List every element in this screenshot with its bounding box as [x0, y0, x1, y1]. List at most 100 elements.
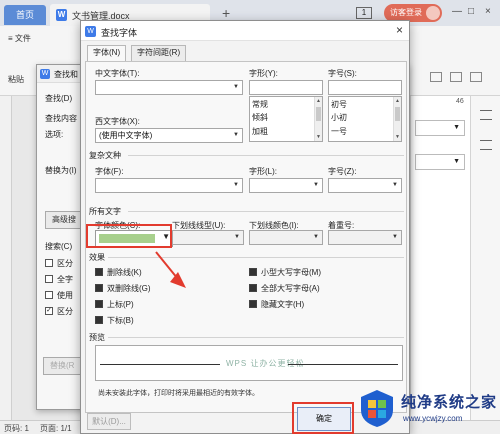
chevron-down-icon: ▼	[313, 234, 319, 240]
tab-home[interactable]: 首页	[4, 5, 46, 25]
scrollbar[interactable]: ▲ ▼	[393, 97, 401, 141]
find-content-label: 查找内容	[45, 114, 77, 123]
list-item[interactable]: 加粗	[252, 126, 268, 137]
wps-writer-icon: W	[85, 26, 96, 37]
font-note: 尚未安装此字体，打印时将采用最相近的有效字体。	[98, 390, 259, 397]
style-panel: ▼ ▼	[410, 96, 470, 420]
checkbox-width[interactable]: ✓	[45, 307, 53, 315]
close-icon[interactable]: ×	[396, 23, 403, 37]
sort-icon[interactable]	[470, 72, 482, 82]
avatar-icon	[426, 6, 440, 20]
hidden-text-label: 隐藏文字(H)	[261, 300, 305, 309]
panel-dropdown[interactable]: ▼	[415, 120, 465, 136]
list-item[interactable]: 初号	[331, 99, 347, 110]
all-caps-label: 全部大写字母(A)	[261, 284, 320, 293]
checkbox-label: 区分	[57, 259, 73, 268]
underline-color-select[interactable]: ▼	[249, 230, 323, 245]
complex-style-select[interactable]: ▼	[249, 178, 323, 193]
list-item[interactable]: 倾斜	[252, 112, 268, 123]
preview-line-right	[288, 364, 398, 365]
new-tab-icon[interactable]: +	[222, 5, 230, 21]
subscript-label: 下标(B)	[107, 316, 134, 325]
list-item[interactable]: 常规	[252, 99, 268, 110]
brand-logo-icon	[361, 390, 393, 427]
scrollbar[interactable]: ▲ ▼	[314, 97, 322, 141]
replace-button[interactable]: 替换(R	[43, 357, 81, 375]
effects-section: 效果	[89, 253, 105, 262]
complex-size-select[interactable]: ▼	[328, 178, 402, 193]
chinese-font-label: 中文字体(T):	[95, 69, 140, 78]
checkbox-hidden[interactable]	[249, 300, 257, 308]
find-replace-title: 查找和	[54, 70, 78, 79]
checkbox-superscript[interactable]	[95, 300, 103, 308]
panel-dropdown[interactable]: ▼	[415, 154, 465, 170]
font-style-list[interactable]: 常规 倾斜 加粗 ▲ ▼	[249, 96, 323, 142]
file-menu[interactable]: ≡ 文件	[8, 33, 31, 44]
checkbox-wildcards[interactable]	[45, 291, 53, 299]
double-strikethrough-label: 双删除线(G)	[107, 284, 151, 293]
chevron-down-icon: ▼	[313, 182, 319, 188]
checkbox-label: 使用	[57, 291, 73, 300]
emphasis-mark-select[interactable]: ▼	[328, 230, 402, 245]
checkbox-whole-word[interactable]	[45, 275, 53, 283]
menu-icon[interactable]	[480, 110, 492, 120]
chevron-down-icon: ▼	[233, 182, 239, 188]
visitor-login-label: 访客登录	[390, 8, 422, 17]
font-size-input[interactable]	[328, 80, 402, 95]
highlight-font-color	[86, 224, 172, 248]
checkbox-small-caps[interactable]	[249, 268, 257, 276]
western-font-select[interactable]: (使用中文字体) ▼	[95, 128, 243, 143]
all-text-section: 所有文字	[89, 207, 121, 216]
list-item[interactable]: 小初	[331, 112, 347, 123]
font-dialog-titlebar: W 查找字体 ×	[81, 21, 409, 41]
complex-font-label: 字体(F):	[95, 167, 124, 176]
font-size-label: 字号(S):	[328, 69, 357, 78]
vertical-ruler	[0, 96, 12, 420]
advanced-search-button[interactable]: 高级搜	[45, 211, 81, 229]
right-sidebar	[470, 96, 500, 420]
chevron-down-icon: ▼	[234, 234, 240, 240]
tab-font[interactable]: 字体(N)	[87, 45, 127, 62]
checkbox-double-strikethrough[interactable]	[95, 284, 103, 292]
minimize-icon[interactable]: —	[452, 6, 462, 17]
checkbox-strikethrough[interactable]	[95, 268, 103, 276]
checkbox-subscript[interactable]	[95, 316, 103, 324]
highlight-ok-button	[292, 402, 354, 434]
underline-type-select[interactable]: ▼	[172, 230, 244, 245]
maximize-icon[interactable]: □	[468, 6, 474, 17]
list-item[interactable]: 一号	[331, 126, 347, 137]
paste-button[interactable]: 粘贴	[8, 74, 24, 85]
tab-find[interactable]: 查找(D)	[45, 93, 72, 104]
default-button[interactable]: 默认(D)...	[87, 413, 131, 430]
complex-font-select[interactable]: ▼	[95, 178, 243, 193]
brand-url: www.ycwjzy.com	[403, 414, 463, 423]
font-style-input[interactable]	[249, 80, 323, 95]
wps-writer-icon: W	[56, 9, 67, 21]
checkbox-all-caps[interactable]	[249, 284, 257, 292]
ribbon-tools-right	[428, 70, 496, 92]
font-dialog-title: 查找字体	[101, 28, 138, 38]
options-label: 选项:	[45, 130, 64, 139]
checkbox-label: 全字	[57, 275, 73, 284]
checkbox-match-case[interactable]	[45, 259, 53, 267]
tab-character-spacing[interactable]: 字符间距(R)	[131, 45, 187, 61]
brand-title: 纯净系统之家	[401, 394, 498, 411]
align-icon[interactable]	[450, 72, 462, 82]
page-count-badge[interactable]: 1	[356, 7, 372, 19]
ruler-number: 46	[456, 98, 464, 105]
strikethrough-label: 删除线(K)	[107, 268, 142, 277]
list-icon[interactable]	[430, 72, 442, 82]
chevron-down-icon: ▼	[392, 182, 398, 188]
status-pages: 页面: 1/1	[40, 424, 72, 433]
preview-section: 预览	[89, 333, 105, 342]
chinese-font-select[interactable]: ▼	[95, 80, 243, 95]
preview-box: WPS 让办公更轻松	[95, 345, 403, 381]
replace-with-label: 替换为(I)	[45, 166, 77, 175]
complex-script-section: 复杂文种	[89, 151, 121, 160]
font-size-list[interactable]: 初号 小初 一号 ▲ ▼	[328, 96, 402, 142]
chevron-down-icon: ▼	[233, 132, 239, 138]
close-window-icon[interactable]: ×	[485, 6, 491, 17]
checkbox-label: 区分	[57, 307, 73, 316]
settings-slider-icon[interactable]	[480, 140, 492, 150]
status-page: 页码: 1	[4, 424, 29, 433]
